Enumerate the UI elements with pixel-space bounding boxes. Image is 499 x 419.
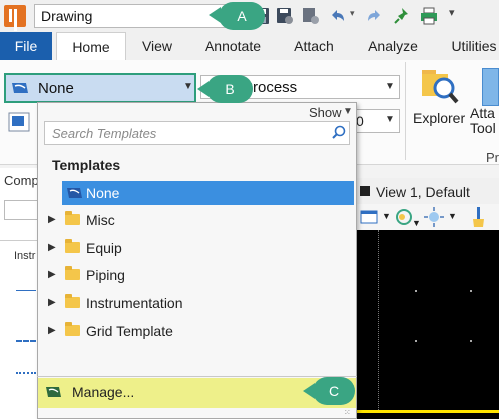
template-item-label: Equip [86,240,122,256]
template-item-grid-template[interactable]: ▶ Grid Template [44,319,354,343]
explorer-icon[interactable] [420,66,460,106]
template-item-label: Piping [86,267,125,283]
chevron-down-icon[interactable]: ▼ [385,81,395,92]
manage-templates-icon [46,387,61,397]
folder-icon [65,211,80,225]
chevron-down-icon[interactable]: ▼ [448,211,457,221]
attach-tools-label[interactable]: Atta Tool [470,106,496,136]
folder-icon [65,266,80,280]
ribbon-tabs: File Home View Annotate Attach Analyze U… [0,32,499,61]
left-pane-column-label: Instr [14,250,36,262]
brush-icon[interactable] [468,206,488,228]
wave-line-symbol-icon [16,372,36,376]
chevron-down-icon[interactable]: ▼ [385,114,395,125]
template-item-label: Grid Template [86,323,173,339]
workflow-value: Drawing [41,8,93,24]
template-icon [12,83,28,93]
grid-dot [415,290,417,292]
folder-icon [65,239,80,253]
template-combo-value: None [38,80,74,97]
app-logo-icon[interactable] [4,5,26,27]
tab-analyze[interactable]: Analyze [361,32,425,60]
tab-home[interactable]: Home [56,32,126,61]
callout-c: C [313,377,355,405]
callout-b: B [207,75,253,103]
view-title[interactable]: View 1, Default [376,184,470,200]
template-combo[interactable] [4,73,196,103]
search-placeholder: Search Templates [52,126,157,141]
chevron-down-icon[interactable]: ▼ [382,211,391,221]
tab-file[interactable]: File [0,32,52,60]
template-item-piping[interactable]: ▶ Piping [44,263,354,287]
folder-icon [65,294,80,308]
dropdown-divider [37,376,357,377]
template-dropdown [37,102,357,419]
view-display-icon[interactable] [360,209,380,225]
grid-line [378,230,380,410]
expand-arrow-icon[interactable]: ▶ [48,269,56,280]
template-item-label: None [86,185,120,201]
tab-view[interactable]: View [136,32,178,60]
template-item-instrumentation[interactable]: ▶ Instrumentation [44,291,354,315]
show-filter-label[interactable]: Show [309,105,342,120]
left-pane-title: Comp [4,173,39,188]
undo-icon[interactable] [328,7,346,25]
dashed-line-symbol-icon [16,340,36,344]
chevron-down-icon[interactable]: ▼ [183,81,193,92]
redo-icon[interactable] [366,7,384,25]
templates-heading: Templates [52,157,121,173]
tab-annotate[interactable]: Annotate [196,32,270,60]
left-pane-divider [0,240,38,241]
template-item-label: Instrumentation [86,295,183,311]
template-item-none[interactable]: None [62,181,354,205]
ribbon-divider [405,62,406,160]
pin-icon[interactable] [393,7,411,25]
lighting-icon[interactable] [424,207,444,227]
line-symbol-icon [16,290,36,291]
explorer-button-label[interactable]: Explorer [413,110,465,126]
callout-a: A [219,2,265,30]
save-settings-icon[interactable] [276,7,294,25]
left-pane-input[interactable] [4,200,38,220]
settings-icon[interactable] [302,7,320,25]
print-icon[interactable] [420,7,438,25]
expand-arrow-icon[interactable]: ▶ [48,297,56,308]
chevron-down-icon[interactable]: ▼ [412,218,421,228]
search-icon[interactable] [332,125,346,139]
chevron-down-icon[interactable]: ▼ [343,106,353,117]
expand-arrow-icon[interactable]: ▶ [48,214,56,225]
tab-attach[interactable]: Attach [286,32,342,60]
line-weight-value: 0 [356,113,364,129]
template-icon [67,188,82,198]
tab-utilities[interactable]: Utilities [442,32,499,60]
ribbon-group-label: Pr [486,150,499,165]
view-highlight-line [357,410,499,413]
template-item-misc[interactable]: ▶ Misc [44,208,354,232]
customize-icon[interactable]: ▾ [449,6,455,19]
resize-grip-icon[interactable]: ⁙ [344,408,351,417]
template-item-equip[interactable]: ▶ Equip [44,236,354,260]
undo-dropdown-icon[interactable]: ▾ [350,8,355,19]
expand-arrow-icon[interactable]: ▶ [48,242,56,253]
grid-dot [470,340,472,342]
folder-icon [65,322,80,336]
level-icon[interactable] [8,112,30,132]
view-marker-icon [360,186,370,196]
manage-label: Manage... [72,384,135,400]
attach-tools-icon[interactable] [482,68,499,106]
template-item-label: Misc [86,212,115,228]
grid-dot [415,340,417,342]
expand-arrow-icon[interactable]: ▶ [48,325,56,336]
grid-dot [470,290,472,292]
